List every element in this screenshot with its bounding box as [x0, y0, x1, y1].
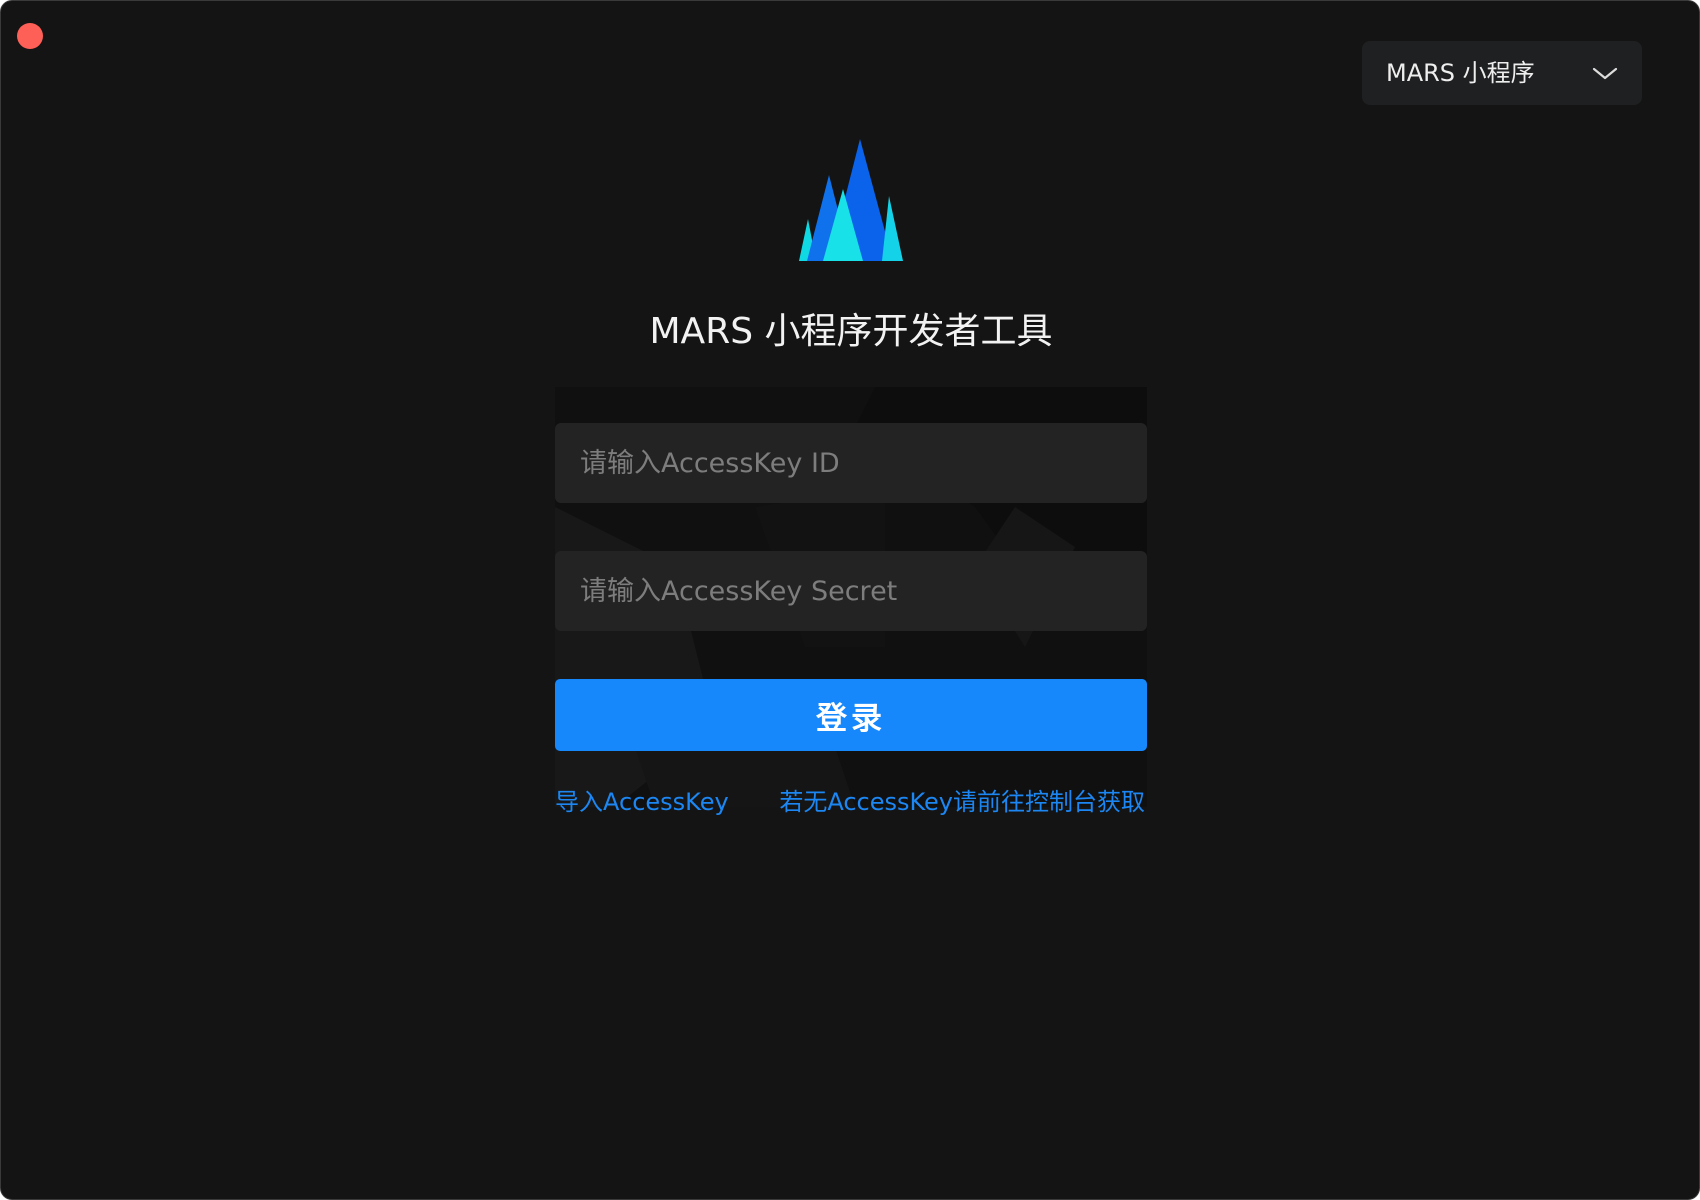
login-window: MARS 小程序 MARS 小程序开发者工具 登录 导入AccessKey 若无… — [0, 0, 1700, 1200]
import-accesskey-link[interactable]: 导入AccessKey — [555, 785, 729, 819]
accesskey-secret-input[interactable] — [555, 551, 1147, 631]
chevron-down-icon — [1592, 67, 1618, 80]
product-selector-label: MARS 小程序 — [1386, 59, 1535, 87]
login-button[interactable]: 登录 — [555, 679, 1147, 751]
product-selector[interactable]: MARS 小程序 — [1362, 41, 1642, 105]
mars-logo — [799, 139, 903, 261]
close-window-icon[interactable] — [17, 23, 43, 49]
app-title: MARS 小程序开发者工具 — [649, 311, 1053, 352]
accesskey-id-input[interactable] — [555, 423, 1147, 503]
console-accesskey-link[interactable]: 若无AccessKey请前往控制台获取 — [779, 785, 1145, 819]
